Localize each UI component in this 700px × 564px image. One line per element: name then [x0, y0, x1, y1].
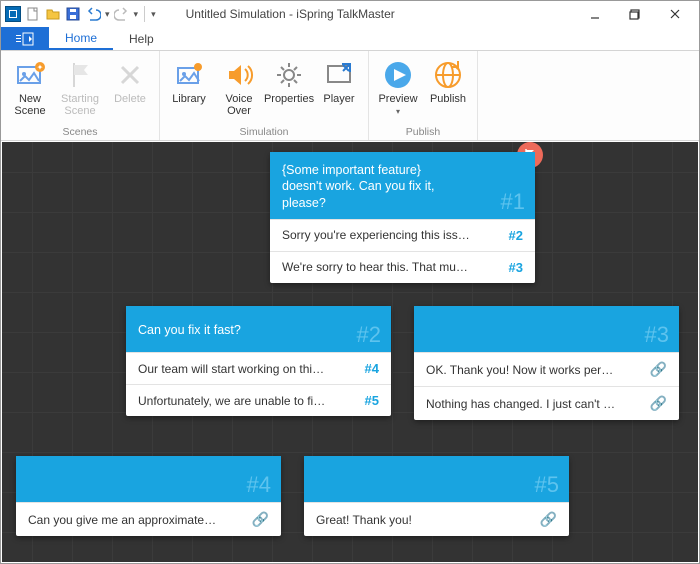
quick-access-toolbar: ▾ ▾ ▾ [5, 6, 156, 22]
library-icon [173, 59, 205, 91]
scene-number: #5 [535, 472, 559, 498]
scene-node-4[interactable]: #4 Can you give me an approximate date .… [16, 456, 281, 536]
answer-link-tag: #4 [365, 361, 379, 376]
answer-row[interactable]: Unfortunately, we are unable to fix it r… [126, 384, 391, 416]
group-scenes-label: Scenes [7, 124, 153, 138]
answer-row[interactable]: Sorry you're experiencing this issue. We… [270, 219, 535, 251]
close-button[interactable] [655, 2, 695, 26]
undo-dropdown-icon[interactable]: ▾ [105, 9, 110, 20]
player-label: Player [323, 93, 354, 105]
group-simulation-label: Simulation [166, 124, 362, 138]
answer-text: Sorry you're experiencing this issue. We… [282, 228, 472, 242]
ribbon-group-scenes: ✦ NewScene StartingScene Delete Scenes [1, 51, 160, 140]
answer-row[interactable]: Great! Thank you! 🔗 [304, 502, 569, 536]
new-scene-button[interactable]: ✦ NewScene [7, 55, 53, 124]
group-publish-label: Publish [375, 124, 471, 138]
scene-header[interactable]: #3 [414, 306, 679, 352]
scene-header[interactable]: Can you fix it fast? #2 [126, 306, 391, 352]
answer-text: Great! Thank you! [316, 513, 412, 527]
answer-row[interactable]: OK. Thank you! Now it works perfectly. 🔗 [414, 352, 679, 386]
scene-number: #3 [645, 322, 669, 348]
player-button[interactable]: Player [316, 55, 362, 124]
scene-number: #1 [501, 189, 525, 215]
scene-node-5[interactable]: #5 Great! Thank you! 🔗 [304, 456, 569, 536]
undo-icon[interactable] [85, 6, 101, 22]
app-icon [5, 6, 21, 22]
ribbon: ✦ NewScene StartingScene Delete Scenes L… [1, 51, 699, 141]
play-icon [382, 59, 414, 91]
answer-link-tag: #5 [365, 393, 379, 408]
tab-help[interactable]: Help [113, 27, 170, 50]
scene-question: Can you fix it fast? [138, 322, 241, 338]
answer-text: We're sorry to hear this. That must be v… [282, 260, 472, 274]
player-icon [323, 59, 355, 91]
answer-link-tag: #2 [509, 228, 523, 243]
link-icon: 🔗 [650, 361, 667, 378]
link-icon: 🔗 [252, 511, 269, 528]
redo-dropdown-icon[interactable]: ▾ [134, 9, 139, 20]
preview-button[interactable]: Preview ▾ [375, 55, 421, 124]
voice-over-label: VoiceOver [226, 93, 253, 117]
voice-over-button[interactable]: VoiceOver [216, 55, 262, 124]
new-scene-label: NewScene [14, 93, 45, 117]
scene-header[interactable]: {Some important feature} doesn't work. C… [270, 152, 535, 219]
scene-header[interactable]: #4 [16, 456, 281, 502]
file-tab[interactable] [1, 27, 49, 50]
starting-scene-label: StartingScene [61, 93, 99, 117]
properties-label: Properties [264, 93, 314, 105]
scene-header[interactable]: #5 [304, 456, 569, 502]
library-label: Library [172, 93, 206, 105]
preview-label: Preview [378, 93, 417, 105]
answer-row[interactable]: We're sorry to hear this. That must be v… [270, 251, 535, 283]
scene-number: #2 [357, 322, 381, 348]
delete-icon [114, 59, 146, 91]
answer-link-tag: #3 [509, 260, 523, 275]
answer-row[interactable]: Nothing has changed. I just can't believ… [414, 386, 679, 420]
answer-text: Our team will start working on this pro.… [138, 362, 328, 376]
answer-row[interactable]: Can you give me an approximate date ... … [16, 502, 281, 536]
publish-label: Publish [430, 93, 466, 105]
scenario-canvas[interactable]: {Some important feature} doesn't work. C… [2, 142, 698, 562]
link-icon: 🔗 [650, 395, 667, 412]
open-icon[interactable] [45, 6, 61, 22]
starting-scene-button: StartingScene [57, 55, 103, 124]
qat-separator [144, 6, 145, 22]
preview-dropdown-icon[interactable]: ▾ [396, 107, 400, 116]
window-title: Untitled Simulation - iSpring TalkMaster [156, 7, 575, 21]
link-icon: 🔗 [540, 511, 557, 528]
title-bar: ▾ ▾ ▾ Untitled Simulation - iSpring Talk… [1, 1, 699, 27]
delete-label: Delete [114, 93, 146, 105]
library-button[interactable]: Library [166, 55, 212, 124]
save-icon[interactable] [65, 6, 81, 22]
window-controls [575, 2, 695, 26]
new-file-icon[interactable] [25, 6, 41, 22]
new-scene-icon: ✦ [14, 59, 46, 91]
answer-text: Nothing has changed. I just can't believ… [426, 397, 616, 411]
tab-home[interactable]: Home [49, 27, 113, 50]
flag-icon [64, 59, 96, 91]
gear-icon [273, 59, 305, 91]
connectors [2, 142, 302, 292]
answer-text: OK. Thank you! Now it works perfectly. [426, 363, 616, 377]
svg-text:✦: ✦ [37, 63, 44, 72]
publish-button[interactable]: Publish [425, 55, 471, 124]
scene-number: #4 [247, 472, 271, 498]
ribbon-group-simulation: Library VoiceOver Properties Player Simu… [160, 51, 369, 140]
scene-node-3[interactable]: #3 OK. Thank you! Now it works perfectly… [414, 306, 679, 420]
scene-node-1[interactable]: {Some important feature} doesn't work. C… [270, 152, 535, 283]
ribbon-tabs: Home Help [1, 27, 699, 51]
scene-node-2[interactable]: Can you fix it fast? #2 Our team will st… [126, 306, 391, 416]
answer-row[interactable]: Our team will start working on this pro.… [126, 352, 391, 384]
delete-button: Delete [107, 55, 153, 124]
ribbon-group-publish: Preview ▾ Publish Publish [369, 51, 478, 140]
globe-icon [432, 59, 464, 91]
answer-text: Can you give me an approximate date ... [28, 513, 218, 527]
maximize-button[interactable] [615, 2, 655, 26]
properties-button[interactable]: Properties [266, 55, 312, 124]
speaker-icon [223, 59, 255, 91]
redo-icon[interactable] [114, 6, 130, 22]
minimize-button[interactable] [575, 2, 615, 26]
scene-question: {Some important feature} doesn't work. C… [282, 162, 462, 211]
answer-text: Unfortunately, we are unable to fix it r… [138, 394, 328, 408]
